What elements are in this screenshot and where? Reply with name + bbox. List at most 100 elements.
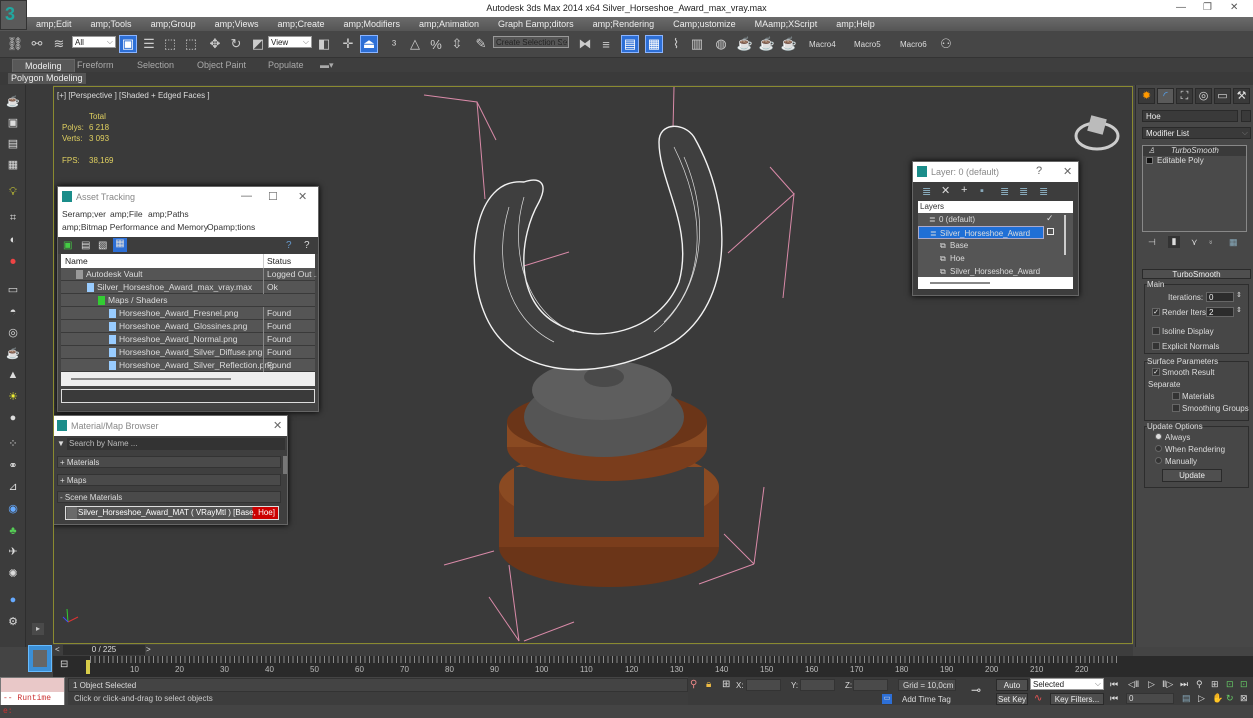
manually-radio[interactable]	[1155, 457, 1162, 464]
restore-button[interactable]: ❐	[1203, 2, 1212, 13]
group-maps[interactable]: + Maps	[57, 474, 281, 486]
menu-options[interactable]: Opamp;tions	[207, 222, 255, 232]
remove-modifier-icon[interactable]: ⍤	[1208, 237, 1213, 248]
play-icon[interactable]: ▷	[1148, 679, 1155, 690]
snaps-toggle-icon[interactable]: ³	[385, 35, 403, 53]
sphere-blue-icon[interactable]: ●	[5, 593, 21, 607]
set-key-curve-icon[interactable]: ∿	[1034, 693, 1042, 704]
show-end-result-icon[interactable]: ▮	[1168, 236, 1180, 248]
object-name-input[interactable]: Hoe	[1142, 110, 1238, 122]
tab-populate[interactable]: Populate	[268, 59, 304, 71]
explicit-normals-checkbox[interactable]	[1152, 342, 1160, 350]
isoline-display-checkbox[interactable]	[1152, 327, 1160, 335]
move-icon[interactable]: ✥	[206, 35, 224, 53]
viewport-layouts-icon[interactable]	[28, 645, 52, 672]
expand-icon[interactable]: ▸	[32, 623, 44, 635]
molecule-icon[interactable]: ⚭	[5, 459, 21, 473]
highlight-layer-icon[interactable]: ≣	[1000, 185, 1009, 198]
window-crossing-icon[interactable]: ⬚	[182, 35, 200, 53]
column-name[interactable]: Name	[65, 256, 88, 266]
stack-item-turbosmooth[interactable]: ♙ TurboSmooth	[1143, 146, 1246, 156]
always-radio[interactable]	[1155, 433, 1162, 440]
lock-selection-icon[interactable]: 🔒︎	[706, 679, 711, 690]
menu-item-8[interactable]: amp;Rendering	[593, 17, 655, 31]
teapot-icon[interactable]: ☕	[5, 347, 21, 361]
absolute-mode-icon[interactable]: ⊞	[722, 679, 730, 690]
group-scene-materials[interactable]: - Scene Materials	[57, 491, 281, 503]
grass-icon[interactable]: ♣	[5, 524, 21, 538]
pin-stack-icon[interactable]: ⊣	[1148, 237, 1156, 248]
close-button[interactable]: ✕	[298, 190, 307, 203]
maxscript-listener[interactable]: -- Runtime e:	[0, 677, 65, 716]
asset-row[interactable]: Autodesk Vault Logged Out ...	[61, 268, 317, 281]
table-icon[interactable]: ▦	[5, 158, 21, 172]
asset-row[interactable]: Maps / Shaders	[61, 294, 315, 307]
search-options-icon[interactable]: ▼	[57, 439, 65, 448]
teapot-icon[interactable]: ☕	[5, 95, 21, 109]
when-rendering-radio[interactable]	[1155, 445, 1162, 452]
spinner-arrows-icon[interactable]: ⇕	[1236, 291, 1242, 299]
light-bulb-icon[interactable]: ♙	[1148, 146, 1155, 156]
menu-item-0[interactable]: amp;Edit	[36, 17, 72, 31]
shell-icon[interactable]: ✺	[5, 567, 21, 581]
create-tab-icon[interactable]: ✹	[1138, 88, 1155, 104]
layer-item[interactable]: ⧉ Base	[918, 239, 1073, 252]
pan-icon[interactable]: ✋	[1212, 693, 1223, 704]
add-to-layer-icon[interactable]: +	[961, 184, 967, 196]
dome-icon[interactable]: ◓	[5, 305, 21, 319]
render-production-icon[interactable]: ☕	[780, 35, 798, 53]
scene-material-item[interactable]: Silver_Horseshoe_Award_MAT ( VRayMtl ) […	[65, 506, 279, 520]
zoom-icon[interactable]: ⚲	[1196, 679, 1203, 690]
menu-bitmap-performance[interactable]: amp;Bitmap Performance and Memory	[62, 222, 208, 232]
application-button[interactable]: 3	[0, 0, 27, 30]
close-button[interactable]: ✕	[1063, 165, 1072, 178]
plane-icon[interactable]: ▭	[5, 283, 21, 297]
smooth-result-checkbox[interactable]: ✓	[1152, 368, 1160, 376]
help-query-icon[interactable]: ?	[304, 240, 310, 251]
material-editor-icon[interactable]: ◍	[712, 35, 730, 53]
x-coordinate-field[interactable]	[746, 679, 781, 691]
previous-frame-icon[interactable]: ◁Ⅱ	[1128, 679, 1139, 690]
render-iters-spinner[interactable]: 2	[1206, 307, 1234, 317]
bird-icon[interactable]: ✈	[5, 545, 21, 559]
time-tag-icon[interactable]: ▭	[882, 694, 892, 704]
minimize-button[interactable]: —	[241, 190, 252, 202]
circle-icon[interactable]: ●	[5, 411, 21, 425]
schematic-view-icon[interactable]: ▥	[688, 35, 706, 53]
current-layer-checkmark-icon[interactable]: ✓	[1046, 213, 1054, 224]
column-status[interactable]: Status	[263, 254, 291, 268]
smoothing-groups-checkbox[interactable]	[1172, 404, 1180, 412]
menu-paths[interactable]: amp;Paths	[148, 209, 189, 219]
tab-freeform[interactable]: Freeform	[77, 59, 114, 71]
menu-item-9[interactable]: Camp;ustomize	[673, 17, 736, 31]
key-mode-icon[interactable]: ⊸	[971, 683, 981, 697]
asset-row[interactable]: Horseshoe_Award_Silver_Diffuse.png Found	[61, 346, 315, 359]
thumbnail-view-icon[interactable]: ▧	[98, 240, 107, 251]
select-manipulate-icon[interactable]: ✛	[339, 35, 357, 53]
close-button[interactable]: ✕	[1230, 2, 1238, 13]
time-slider-thumb[interactable]: 0 / 225	[63, 645, 145, 655]
layer-item[interactable]: ⧉ Hoe	[918, 252, 1073, 265]
set-key-button[interactable]: Set Key	[996, 693, 1028, 705]
menu-item-4[interactable]: amp;Create	[277, 17, 324, 31]
stack-item-editable-poly[interactable]: Editable Poly	[1143, 156, 1246, 166]
record-icon[interactable]: ⏺	[5, 255, 21, 269]
selection-filter-dropdown[interactable]: All	[72, 36, 116, 48]
layer-item[interactable]: ≣ Silver_Horseshoe_Award	[918, 226, 1044, 239]
asset-row[interactable]: Horseshoe_Award_Normal.png Found	[61, 333, 315, 346]
close-button[interactable]: ✕	[273, 419, 282, 432]
motion-tab-icon[interactable]: ◎	[1195, 88, 1212, 104]
align-icon[interactable]: ≡	[597, 35, 615, 53]
utilities-tab-icon[interactable]: ⚒	[1233, 88, 1250, 104]
vertical-scrollbar[interactable]	[1064, 215, 1066, 255]
materials-checkbox[interactable]	[1172, 392, 1180, 400]
prev-frame-button[interactable]: <	[55, 645, 60, 654]
menu-file[interactable]: amp;File	[110, 209, 143, 219]
help-button[interactable]: ?	[1036, 165, 1042, 177]
select-object-icon[interactable]: ▣	[119, 35, 137, 53]
zoom-all-icon[interactable]: ⊞	[1211, 679, 1219, 690]
display-tab-icon[interactable]: ▭	[1214, 88, 1231, 104]
ribbon-options-icon[interactable]: ▬▾	[320, 59, 334, 71]
light-icon[interactable]: 💡︎	[5, 185, 21, 199]
sun-icon[interactable]: ☀	[5, 390, 21, 404]
